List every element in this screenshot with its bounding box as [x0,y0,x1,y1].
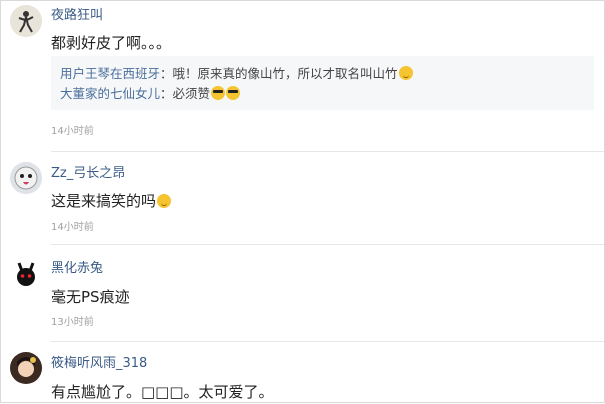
comment-text: 毫无PS痕迹 [51,288,130,306]
reply-username[interactable]: 大董家的七仙女儿 [60,86,160,101]
reply-text: 必须赞 [172,86,211,101]
comment-item: 筱梅听风雨_318 有点尴尬了。□□□。太可爱了。 [1,342,605,404]
reply-item: 用户王琴在西班牙：哦！原来真的像山竹，所以才取名叫山竹 [60,66,413,82]
avatar[interactable] [10,162,42,194]
comment-item: Zz_弓长之昂 这是来搞笑的吗 14小时前 [1,152,605,244]
sunglasses-emoji [226,86,241,100]
reply-username[interactable]: 用户王琴在西班牙 [60,66,160,81]
avatar[interactable] [10,257,42,289]
comment-text: 这是来搞笑的吗 [51,191,172,211]
comment-list: 夜路狂叫 都剥好皮了啊。。。 用户王琴在西班牙：哦！原来真的像山竹，所以才取名叫… [0,0,605,403]
username[interactable]: 筱梅听风雨_318 [51,356,147,372]
avatar[interactable] [10,352,42,384]
reply-separator: ： [160,66,173,81]
username[interactable]: 黑化赤兔 [51,261,103,277]
sunglasses-emoji [211,86,226,100]
comment-text: 都剥好皮了啊。。。 [51,34,172,52]
comment-item: 夜路狂叫 都剥好皮了啊。。。 用户王琴在西班牙：哦！原来真的像山竹，所以才取名叫… [1,1,605,151]
reply-item: 大董家的七仙女儿：必须赞 [60,86,241,102]
grin-emoji [157,194,172,208]
comment-text-body: 这是来搞笑的吗 [51,192,157,210]
avatar[interactable] [10,5,42,37]
comment-text: 有点尴尬了。□□□。太可爱了。 [51,383,274,401]
username[interactable]: 夜路狂叫 [51,8,103,24]
timestamp: 14小时前 [51,222,94,233]
timestamp: 13小时前 [51,317,94,328]
reply-block[interactable]: 用户王琴在西班牙：哦！原来真的像山竹，所以才取名叫山竹 大董家的七仙女儿：必须赞 [51,56,594,110]
smile-emoji [398,66,413,80]
timestamp: 14小时前 [51,126,94,137]
reply-text: 哦！原来真的像山竹，所以才取名叫山竹 [172,66,398,81]
username[interactable]: Zz_弓长之昂 [51,166,125,182]
comment-item: 黑化赤兔 毫无PS痕迹 13小时前 [1,245,605,341]
reply-separator: ： [160,86,173,101]
